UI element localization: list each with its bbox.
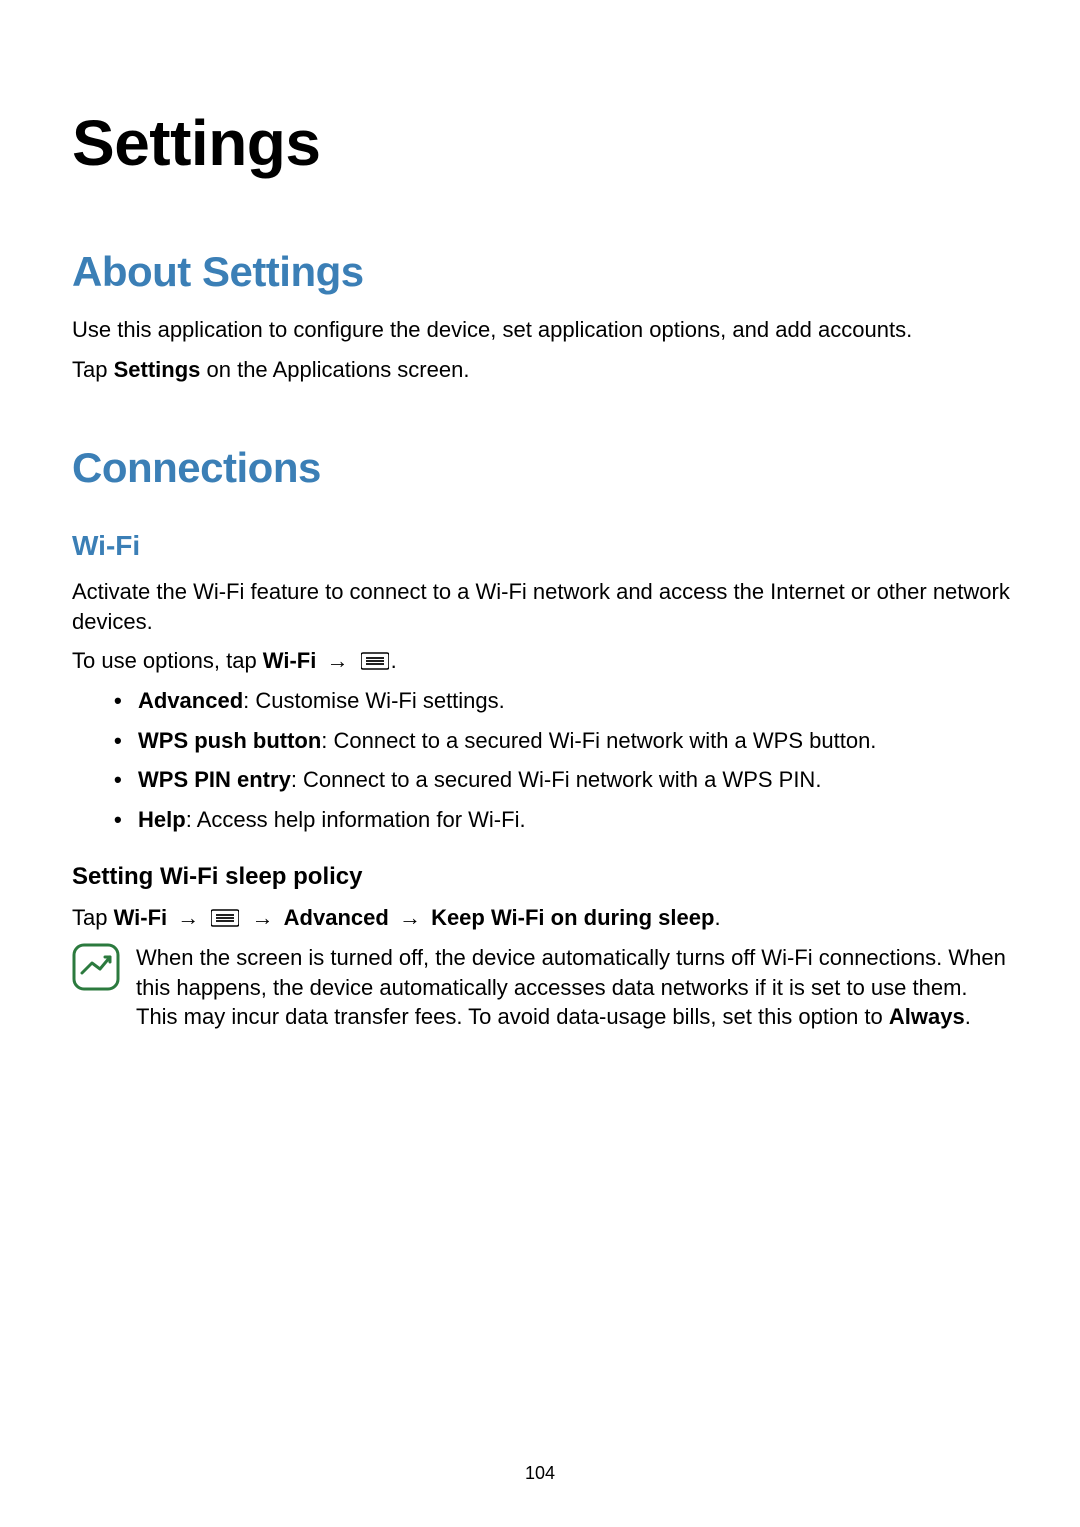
page-number: 104 [0,1461,1080,1485]
bullet-bold: Help [138,807,186,832]
wifi-heading: Wi-Fi [72,527,1012,565]
wifi-options-list: Advanced: Customise Wi-Fi settings. WPS … [72,686,1012,835]
bullet-rest: : Connect to a secured Wi-Fi network wit… [321,728,876,753]
bullet-bold: WPS push button [138,728,321,753]
about-paragraph-1: Use this application to configure the de… [72,315,1012,345]
wifi-options-line: To use options, tap Wi-Fi → . [72,646,1012,676]
page-container: Settings About Settings Use this applica… [0,0,1080,1527]
bullet-bold: Advanced [138,688,243,713]
wifi-options-post: . [391,648,397,673]
list-item: WPS PIN entry: Connect to a secured Wi-F… [114,765,1012,795]
bullet-rest: : Access help information for Wi-Fi. [186,807,526,832]
section-about-heading: About Settings [72,244,1012,301]
about-p2-post: on the Applications screen. [200,357,469,382]
list-item: Advanced: Customise Wi-Fi settings. [114,686,1012,716]
wifi-options-bold: Wi-Fi [263,648,317,673]
sleep-path-b2: Advanced [284,905,389,930]
about-p2-bold: Settings [114,357,201,382]
note-text: When the screen is turned off, the devic… [136,943,1012,1032]
wifi-options-pre: To use options, tap [72,648,263,673]
sleep-path-b3: Keep Wi-Fi on during sleep [431,905,714,930]
wifi-sleep-heading: Setting Wi-Fi sleep policy [72,861,1012,893]
sleep-path-b1: Wi-Fi [114,905,168,930]
list-item: WPS push button: Connect to a secured Wi… [114,726,1012,756]
note-icon [72,943,120,991]
list-item: Help: Access help information for Wi-Fi. [114,805,1012,835]
bullet-bold: WPS PIN entry [138,767,291,792]
menu-icon [211,908,239,928]
arrow-icon: → [177,903,199,933]
about-p2-pre: Tap [72,357,114,382]
note-block: When the screen is turned off, the devic… [72,943,1012,1032]
bullet-rest: : Connect to a secured Wi-Fi network wit… [291,767,822,792]
note-body: When the screen is turned off, the devic… [136,945,1006,1029]
bullet-rest: : Customise Wi-Fi settings. [243,688,505,713]
note-post: . [965,1004,971,1029]
arrow-icon: → [399,903,421,933]
wifi-paragraph-1: Activate the Wi-Fi feature to connect to… [72,577,1012,636]
menu-icon [361,651,389,671]
about-paragraph-2: Tap Settings on the Applications screen. [72,355,1012,385]
wifi-sleep-path: Tap Wi-Fi → → Advanced → Keep Wi-Fi on d… [72,903,1012,933]
sleep-path-pre: Tap [72,905,114,930]
sleep-path-post: . [714,905,720,930]
section-connections-heading: Connections [72,440,1012,497]
arrow-icon: → [252,903,274,933]
arrow-icon: → [326,646,348,676]
note-bold: Always [889,1004,965,1029]
page-title: Settings [72,100,1012,186]
